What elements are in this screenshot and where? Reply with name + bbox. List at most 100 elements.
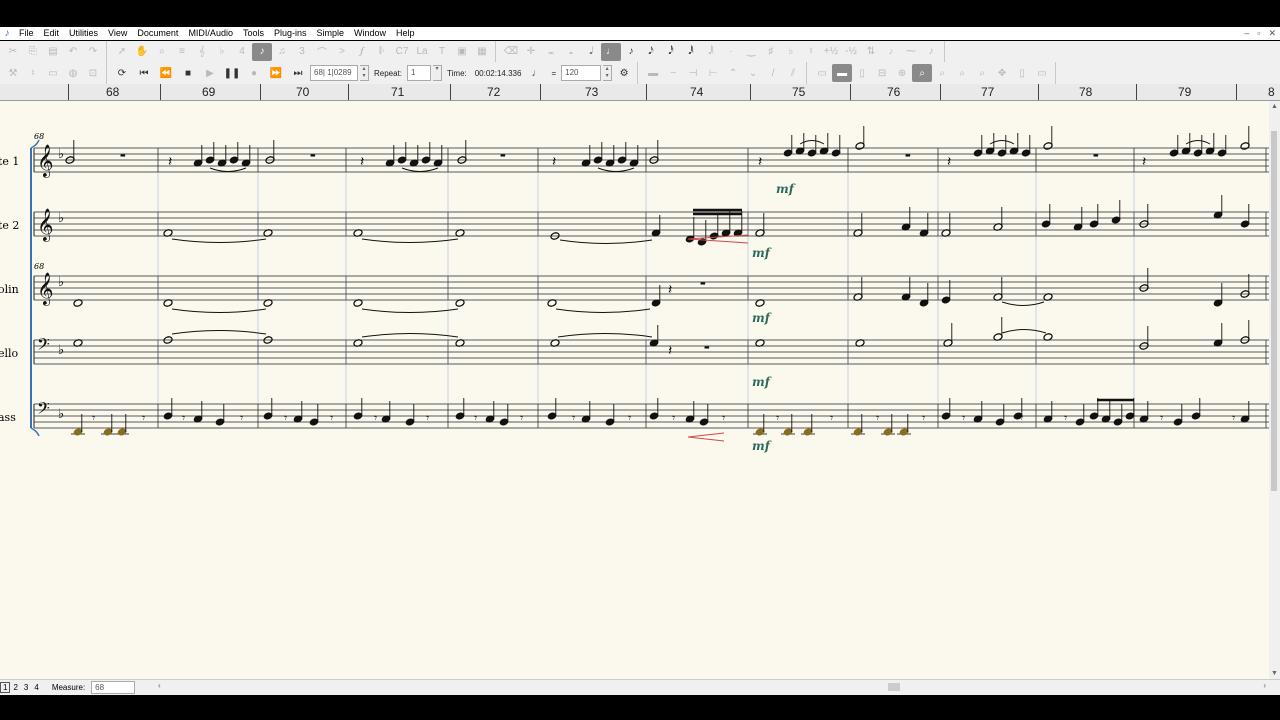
metronome-icon[interactable]: ◍ <box>63 64 83 82</box>
menu-plug-ins[interactable]: Plug-ins <box>269 27 312 40</box>
dynamic-mf-violin[interactable]: mf <box>752 311 772 325</box>
scroll-up-icon[interactable]: ▲ <box>1269 103 1280 110</box>
pause-icon[interactable]: ❚❚ <box>222 64 242 82</box>
half-note-icon[interactable]: 𝅗𝅥 <box>581 43 601 61</box>
position-spinner[interactable]: ▴ ▾ <box>360 65 369 81</box>
redo-icon[interactable]: ↷ <box>83 43 103 61</box>
tempo-note-icon[interactable]: ♩ <box>526 64 546 82</box>
zoom-100-icon[interactable]: ⌕ <box>912 64 933 82</box>
paste-icon[interactable]: ▤ <box>43 43 63 61</box>
staff-icon[interactable]: ≡ <box>172 43 192 61</box>
ruler-measure-number[interactable]: 79 <box>1178 85 1191 99</box>
sixteenth-note-icon[interactable]: 𝅘𝅥𝅯 <box>641 43 661 61</box>
page-button-1[interactable]: 1 <box>0 682 11 693</box>
half-step-up-icon[interactable]: +½ <box>821 43 841 61</box>
double-whole-icon[interactable]: 𝅜 <box>541 43 561 61</box>
score-canvas[interactable]: 𝄞 ♭ 𝄞 ♭ 𝄞 ♭ 𝄢 ♭ 𝄢 ♭ ▬ ▬ ▬ ▬ ▬ 𝄽 𝄽 𝄽 𝄽 𝄽 𝄽 𝄽 ▬ 𝄽 ▬ 𝄾 𝄾 𝄾 𝄾 𝄾 𝄾 𝄾 𝄾 𝄾 𝄾 𝄾 𝄾 𝄾 𝄾… <box>0 101 1269 679</box>
settings-icon[interactable]: ⚙ <box>614 64 634 82</box>
move-icon[interactable]: ✥ <box>992 64 1012 82</box>
sharp-icon[interactable]: ♯ <box>761 43 781 61</box>
staff-name-cello[interactable]: ello <box>0 347 19 360</box>
staff-name-flute-2[interactable]: te 2 <box>0 219 19 232</box>
play-icon[interactable]: ▶ <box>200 64 220 82</box>
horizontal-scrollbar[interactable]: ‹ › <box>158 681 1268 692</box>
clef-icon[interactable]: 𝄞 <box>192 43 212 61</box>
fit-width-icon[interactable]: ⊟ <box>872 64 892 82</box>
menu-help[interactable]: Help <box>391 27 420 40</box>
scroll-left-icon[interactable]: ‹ <box>158 681 161 690</box>
page-layout-icon[interactable]: ▯ <box>1012 64 1032 82</box>
layout-icon[interactable]: ▭ <box>1032 64 1052 82</box>
close-button[interactable]: ✕ <box>1268 27 1276 40</box>
page-button-3[interactable]: 3 <box>21 682 31 693</box>
menu-view[interactable]: View <box>103 27 132 40</box>
sixty-fourth-note-icon[interactable]: 𝅘𝅥𝅱 <box>681 43 701 61</box>
dynamic-mf-flute-2[interactable]: mf <box>752 246 772 260</box>
speedy-entry-icon[interactable]: ♫ <box>272 43 292 61</box>
score-svg[interactable]: 𝄞 ♭ 𝄞 ♭ 𝄞 ♭ 𝄢 ♭ 𝄢 ♭ ▬ ▬ ▬ ▬ ▬ 𝄽 𝄽 𝄽 𝄽 𝄽 𝄽 𝄽 ▬ 𝄽 ▬ 𝄾 𝄾 𝄾 𝄾 𝄾 𝄾 𝄾 𝄾 𝄾 𝄾 𝄾 𝄾 𝄾 𝄾… <box>0 101 1269 679</box>
eraser-icon[interactable]: ⌫ <box>501 43 521 61</box>
ruler-measure-number[interactable]: 73 <box>585 85 598 99</box>
page-view-icon[interactable]: ▭ <box>812 64 832 82</box>
measure-ruler[interactable]: 68 69 70 71 72 73 74 75 76 77 78 79 8 <box>0 84 1280 101</box>
horizontal-scroll-thumb[interactable] <box>888 683 900 691</box>
fermata-icon[interactable]: ⌃ <box>723 64 743 82</box>
lyrics-icon[interactable]: La <box>412 43 432 61</box>
grace-note-icon[interactable]: 𝆔 <box>881 43 901 61</box>
vertical-scroll-thumb[interactable] <box>1271 131 1277 491</box>
studio-view-icon[interactable]: ▯ <box>852 64 872 82</box>
scroll-view-icon[interactable]: ⊡ <box>83 64 103 82</box>
menu-edit[interactable]: Edit <box>39 27 65 40</box>
camera-icon[interactable]: ▭ <box>43 64 63 82</box>
expression-icon[interactable]: 𝆑 <box>352 43 372 61</box>
staccato-icon[interactable]: ⊣ <box>683 64 703 82</box>
text-icon[interactable]: T <box>432 43 452 61</box>
scroll-right-icon[interactable]: › <box>1263 681 1266 690</box>
restore-button[interactable]: ▫ <box>1257 27 1260 40</box>
menu-document[interactable]: Document <box>132 27 183 40</box>
ruler-measure-number[interactable]: 68 <box>106 85 119 99</box>
trill-icon[interactable]: / <box>763 64 783 82</box>
ruler-measure-number[interactable]: 76 <box>887 85 900 99</box>
time-icon[interactable]: 4 <box>232 43 252 61</box>
tempo-spinner[interactable]: ▴ ▾ <box>603 65 613 81</box>
flat-icon[interactable]: ♭ <box>781 43 801 61</box>
forward-end-icon[interactable]: ⏭ <box>288 64 308 82</box>
hand-icon[interactable]: ✋ <box>132 43 152 61</box>
repeat-icon[interactable]: 𝄆 <box>372 43 392 61</box>
tenuto-icon[interactable]: − <box>663 64 683 82</box>
whole-note-icon[interactable]: 𝅝 <box>561 43 581 61</box>
dynamic-mf-flute-1[interactable]: mf <box>776 182 796 196</box>
tuplet-entry-icon[interactable]: ⁓ <box>901 43 921 61</box>
half-step-down-icon[interactable]: -½ <box>841 43 861 61</box>
ruler-measure-number[interactable]: 78 <box>1079 85 1092 99</box>
articulation-icon[interactable]: > <box>332 43 352 61</box>
menu-file[interactable]: File <box>14 27 39 40</box>
dynamic-mf-bass[interactable]: mf <box>752 439 772 453</box>
marcato-icon[interactable]: ⊢ <box>703 64 723 82</box>
flip-icon[interactable]: ⇅ <box>861 43 881 61</box>
cut-icon[interactable]: ✂ <box>3 43 23 61</box>
graphics-icon[interactable]: ▦ <box>472 43 492 61</box>
menu-window[interactable]: Window <box>349 27 391 40</box>
zoom-icon[interactable]: ⌕ <box>152 43 172 61</box>
ruler-measure-number[interactable]: 71 <box>391 85 404 99</box>
ruler-measure-number[interactable]: 70 <box>296 85 309 99</box>
scroll-down-icon[interactable]: ▼ <box>1269 670 1280 677</box>
scroll-mode-icon[interactable]: ▬ <box>832 64 853 82</box>
hundred-twenty-eighth-icon[interactable]: 𝅘𝅥𝅲 <box>701 43 721 61</box>
menu-midi-audio[interactable]: MIDI/Audio <box>183 27 238 40</box>
zoom-200-icon[interactable]: ⌕ <box>932 64 952 82</box>
menu-tools[interactable]: Tools <box>238 27 269 40</box>
smart-shape-icon[interactable]: ⌒ <box>312 43 332 61</box>
rewind-icon[interactable]: ⏪ <box>156 64 176 82</box>
staff-name-bass[interactable]: ass <box>0 411 16 424</box>
fast-forward-icon[interactable]: ⏩ <box>266 64 286 82</box>
copy-icon[interactable]: ⎘ <box>23 43 43 61</box>
tremolo-icon[interactable]: ⫽ <box>783 64 803 82</box>
staff-name-flute-1[interactable]: te 1 <box>0 155 19 168</box>
tuplet-icon[interactable]: 3 <box>292 43 312 61</box>
stop-icon[interactable]: ■ <box>178 64 198 82</box>
accent-icon[interactable]: ▬ <box>643 64 663 82</box>
tempo-field[interactable]: 120 <box>561 65 602 81</box>
